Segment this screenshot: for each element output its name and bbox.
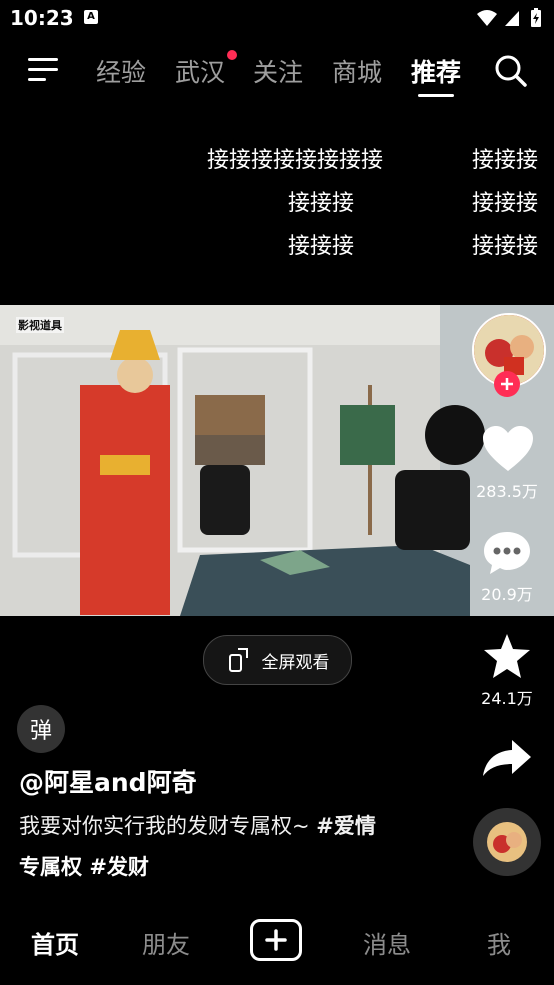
share-icon[interactable] [482, 738, 532, 778]
nav-friends[interactable]: 朋友 [142, 925, 190, 960]
heart-icon[interactable] [482, 425, 534, 473]
notification-dot [227, 50, 237, 60]
nav-messages[interactable]: 消息 [363, 925, 411, 960]
nav-home[interactable]: 首页 [31, 925, 79, 960]
comment-count: 20.9万 [481, 585, 533, 604]
danmaku-comment: 接接接 [288, 234, 355, 259]
plus-icon [265, 929, 287, 951]
hashtag-fortune[interactable]: #发财 [89, 855, 149, 879]
star-icon[interactable] [483, 633, 531, 679]
video-watermark: 影视道具 [16, 317, 64, 333]
fullscreen-button[interactable]: 全屏观看 [203, 635, 352, 685]
music-disc-cover [487, 822, 527, 862]
danmaku-comment: 接接接接接接接接 [207, 148, 384, 173]
like-count: 283.5万 [476, 482, 538, 501]
follow-button[interactable] [494, 371, 520, 397]
tab-recommend[interactable]: 推荐 [411, 53, 461, 89]
menu-icon[interactable] [28, 58, 60, 82]
fullscreen-label: 全屏观看 [261, 652, 330, 673]
create-button[interactable] [250, 919, 302, 961]
video-frame [0, 305, 554, 616]
search-icon[interactable] [494, 54, 528, 88]
battery-icon [531, 8, 541, 27]
caption-text: 我要对你实行我的发财专属权~ [19, 814, 317, 838]
caption-line-1: 我要对你实行我的发财专属权~ #爱情 [19, 810, 376, 840]
hashtag-love[interactable]: #爱情 [316, 814, 376, 838]
danmaku-toggle-label: 弹 [29, 719, 52, 744]
favorite-count: 24.1万 [481, 689, 533, 708]
app-notification-icon: A [84, 10, 98, 24]
wifi-icon [477, 10, 497, 26]
danmaku-comment: 接接接 [472, 148, 539, 173]
danmaku-toggle-button[interactable]: 弹 [17, 705, 65, 753]
danmaku-comment: 接接接 [472, 191, 539, 216]
tab-following[interactable]: 关注 [253, 53, 303, 89]
comment-icon[interactable] [482, 530, 532, 576]
fullscreen-icon [228, 648, 248, 672]
caption-line-2: 专属权 #发财 [19, 851, 149, 881]
active-tab-indicator [418, 94, 454, 97]
video-player[interactable]: 影视道具 [0, 305, 554, 616]
music-disc[interactable] [473, 808, 541, 876]
plus-icon [501, 378, 513, 390]
hashtag-love-continued[interactable]: 专属权 [19, 855, 82, 879]
status-time: 10:23 [10, 6, 74, 30]
danmaku-comment: 接接接 [472, 234, 539, 259]
signal-icon [505, 11, 519, 26]
author-name[interactable]: @阿星and阿奇 [19, 763, 197, 799]
tab-mall[interactable]: 商城 [332, 53, 382, 89]
tab-experience[interactable]: 经验 [96, 53, 146, 89]
tab-wuhan[interactable]: 武汉 [175, 53, 225, 89]
nav-me[interactable]: 我 [487, 925, 511, 960]
danmaku-comment: 接接接 [288, 191, 355, 216]
